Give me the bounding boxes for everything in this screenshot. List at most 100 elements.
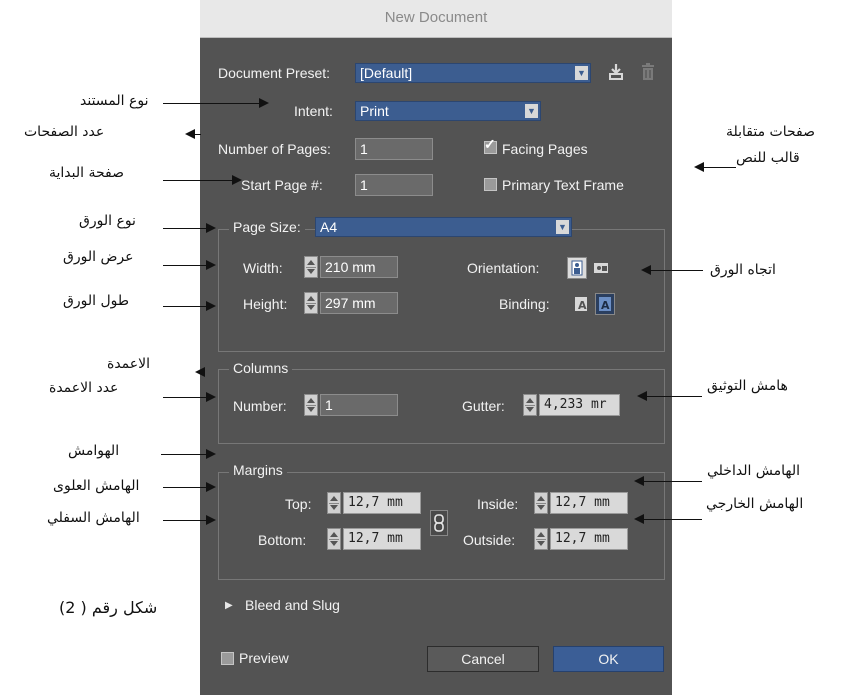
bottom-margin-label: Bottom: xyxy=(258,532,307,548)
start-page-input[interactable]: 1 xyxy=(355,174,433,196)
height-input[interactable]: 297 mm xyxy=(320,292,398,314)
intent-dropdown[interactable]: Print ▼ xyxy=(355,101,541,121)
start-page-label: Start Page #: xyxy=(241,177,323,193)
annotation-margins: الهوامش xyxy=(68,443,120,459)
arrow-head-icon xyxy=(206,482,216,492)
link-icon[interactable] xyxy=(430,510,448,536)
arrow-head-icon xyxy=(206,392,216,402)
inside-margin-input[interactable]: 12,7 mm xyxy=(550,492,628,514)
bottom-margin-stepper[interactable] xyxy=(327,528,341,550)
arrow-head-icon xyxy=(637,391,647,401)
annotation-paper-type: نوع الورق xyxy=(79,213,136,229)
annotation-arrow xyxy=(644,481,702,482)
annotation-arrow xyxy=(647,396,702,397)
annotation-arrow xyxy=(704,167,736,168)
binding-left-icon[interactable]: A xyxy=(571,293,591,315)
trash-icon[interactable] xyxy=(640,62,656,82)
annotation-arrow xyxy=(651,270,703,271)
width-stepper[interactable] xyxy=(304,256,318,278)
pages-input[interactable]: 1 xyxy=(355,138,433,160)
bottom-margin-input[interactable]: 12,7 mm xyxy=(343,528,421,550)
annotation-text-frame: قالب للنص xyxy=(736,150,800,166)
page-size-group xyxy=(218,229,665,352)
annotation-arrow xyxy=(163,265,208,266)
bleed-slug-label[interactable]: Bleed and Slug xyxy=(245,597,340,613)
save-preset-icon[interactable] xyxy=(607,62,625,82)
annotation-inside-margin: الهامش الداخلي xyxy=(707,463,801,479)
primary-text-frame-checkbox[interactable] xyxy=(484,178,497,191)
arrow-head-icon xyxy=(195,367,205,377)
arrow-head-icon xyxy=(206,301,216,311)
width-input[interactable]: 210 mm xyxy=(320,256,398,278)
annotation-start-page: صفحة البداية xyxy=(49,165,124,181)
column-number-stepper[interactable] xyxy=(304,394,318,416)
annotation-outside-margin: الهامش الخارجي xyxy=(706,496,804,512)
svg-text:A: A xyxy=(601,299,610,312)
annotation-arrow xyxy=(163,487,208,488)
portrait-icon[interactable] xyxy=(567,257,587,279)
arrow-head-icon xyxy=(232,175,242,185)
annotation-arrow xyxy=(163,520,208,521)
page-size-dropdown[interactable]: A4 ▼ xyxy=(315,217,572,237)
figure-caption: شكل رقم ( 2) xyxy=(59,598,158,617)
arrow-head-icon xyxy=(206,449,216,459)
arrow-head-icon xyxy=(185,129,195,139)
ok-button[interactable]: OK xyxy=(553,646,664,672)
annotation-doc-type: نوع المستند xyxy=(80,93,149,109)
intent-value: Print xyxy=(360,103,389,119)
annotation-bottom-margin: الهامش السفلي xyxy=(47,510,140,526)
preview-label: Preview xyxy=(239,650,289,666)
annotation-arrow xyxy=(644,519,702,520)
binding-right-icon[interactable]: A xyxy=(595,293,615,315)
annotation-arrow xyxy=(163,180,236,181)
intent-label: Intent: xyxy=(294,103,333,119)
gutter-stepper[interactable] xyxy=(523,394,537,416)
arrow-head-icon xyxy=(206,260,216,270)
new-document-dialog: New Document Document Preset: [Default] … xyxy=(200,0,672,695)
inside-margin-stepper[interactable] xyxy=(534,492,548,514)
annotation-paper-height: طول الورق xyxy=(63,293,130,309)
arrow-head-icon xyxy=(641,265,651,275)
annotation-column-count: عدد الاعمدة xyxy=(49,380,119,396)
arrow-head-icon xyxy=(634,476,644,486)
height-stepper[interactable] xyxy=(304,292,318,314)
preset-value: [Default] xyxy=(360,65,413,81)
cancel-button[interactable]: Cancel xyxy=(427,646,539,672)
annotation-arrow xyxy=(195,134,201,135)
orientation-label: Orientation: xyxy=(467,260,540,276)
outside-margin-stepper[interactable] xyxy=(534,528,548,550)
gutter-label: Gutter: xyxy=(462,398,505,414)
primary-text-frame-label: Primary Text Frame xyxy=(502,177,624,193)
annotation-arrow xyxy=(163,397,208,398)
arrow-head-icon xyxy=(206,515,216,525)
arrow-head-icon xyxy=(694,162,704,172)
column-number-input[interactable]: 1 xyxy=(320,394,398,416)
preview-checkbox[interactable] xyxy=(221,652,234,665)
height-label: Height: xyxy=(243,296,288,312)
gutter-input[interactable]: 4,233 mr xyxy=(539,394,620,416)
dialog-title: New Document xyxy=(384,9,488,26)
column-number-label: Number: xyxy=(233,398,287,414)
disclosure-triangle-icon[interactable]: ▶ xyxy=(225,600,233,611)
binding-label: Binding: xyxy=(499,296,550,312)
top-margin-stepper[interactable] xyxy=(327,492,341,514)
annotation-arrow xyxy=(163,228,208,229)
annotation-arrow xyxy=(163,103,263,104)
annotation-paper-width: عرض الورق xyxy=(63,249,134,265)
top-margin-input[interactable]: 12,7 mm xyxy=(343,492,421,514)
chevron-down-icon: ▼ xyxy=(556,220,569,234)
columns-legend: Columns xyxy=(229,360,293,376)
inside-margin-label: Inside: xyxy=(477,496,519,512)
pages-label: Number of Pages: xyxy=(218,141,331,157)
arrow-head-icon xyxy=(259,98,269,108)
arrow-head-icon xyxy=(206,223,216,233)
width-label: Width: xyxy=(243,260,283,276)
annotation-top-margin: الهامش العلوى xyxy=(53,478,140,494)
outside-margin-input[interactable]: 12,7 mm xyxy=(550,528,628,550)
page-size-label: Page Size: xyxy=(229,219,305,235)
annotation-orientation: اتجاه الورق xyxy=(710,262,776,278)
facing-pages-label: Facing Pages xyxy=(502,141,588,157)
landscape-icon[interactable] xyxy=(591,257,611,279)
preset-dropdown[interactable]: [Default] ▼ xyxy=(355,63,591,83)
title-bar: New Document xyxy=(200,0,672,38)
